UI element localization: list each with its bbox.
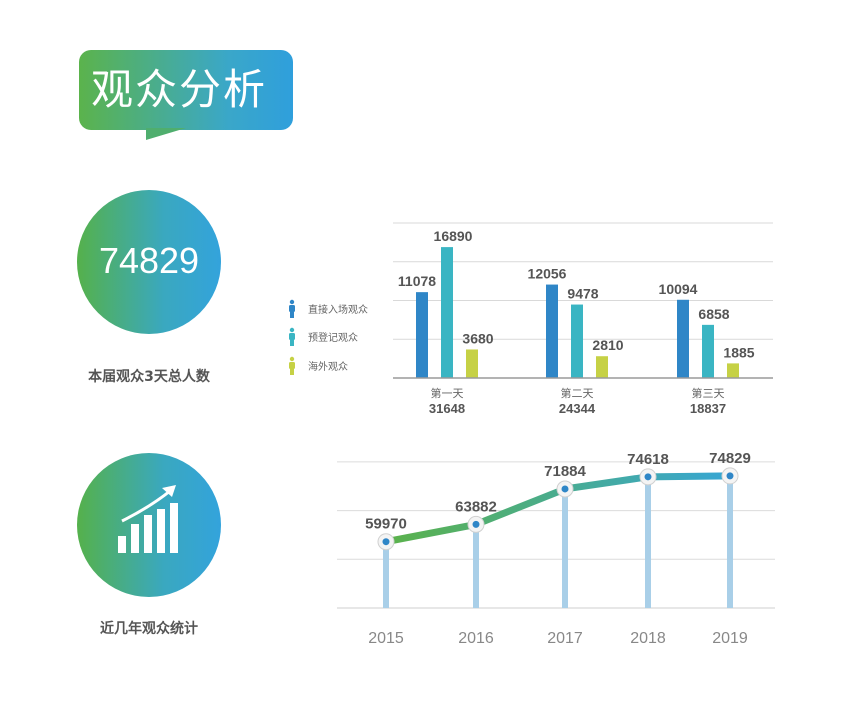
line-value-label: 59970 — [365, 516, 407, 533]
line-point-center — [472, 520, 480, 528]
year-tick-label: 2019 — [712, 630, 748, 647]
line-drop-bar — [562, 488, 568, 608]
line-point-center — [726, 472, 734, 480]
line-point-center — [382, 538, 390, 546]
line-value-label: 71884 — [544, 463, 586, 480]
line-value-label: 63882 — [455, 498, 497, 515]
line-drop-bar — [383, 541, 389, 608]
line-point-center — [561, 485, 569, 493]
year-tick-label: 2015 — [368, 630, 404, 647]
line-point-center — [644, 473, 652, 481]
line-chart: 59970 2015 63882 2016 71884 2017 74618 2018 7482… — [337, 450, 775, 647]
line-drop-bar — [473, 524, 479, 608]
line-value-label: 74618 — [627, 451, 669, 468]
year-tick-label: 2017 — [547, 630, 583, 647]
line-drop-bar — [727, 475, 733, 608]
line-value-label: 74829 — [709, 450, 751, 467]
year-tick-label: 2016 — [458, 630, 494, 647]
line-drop-bar — [645, 476, 651, 608]
year-tick-label: 2018 — [630, 630, 666, 647]
